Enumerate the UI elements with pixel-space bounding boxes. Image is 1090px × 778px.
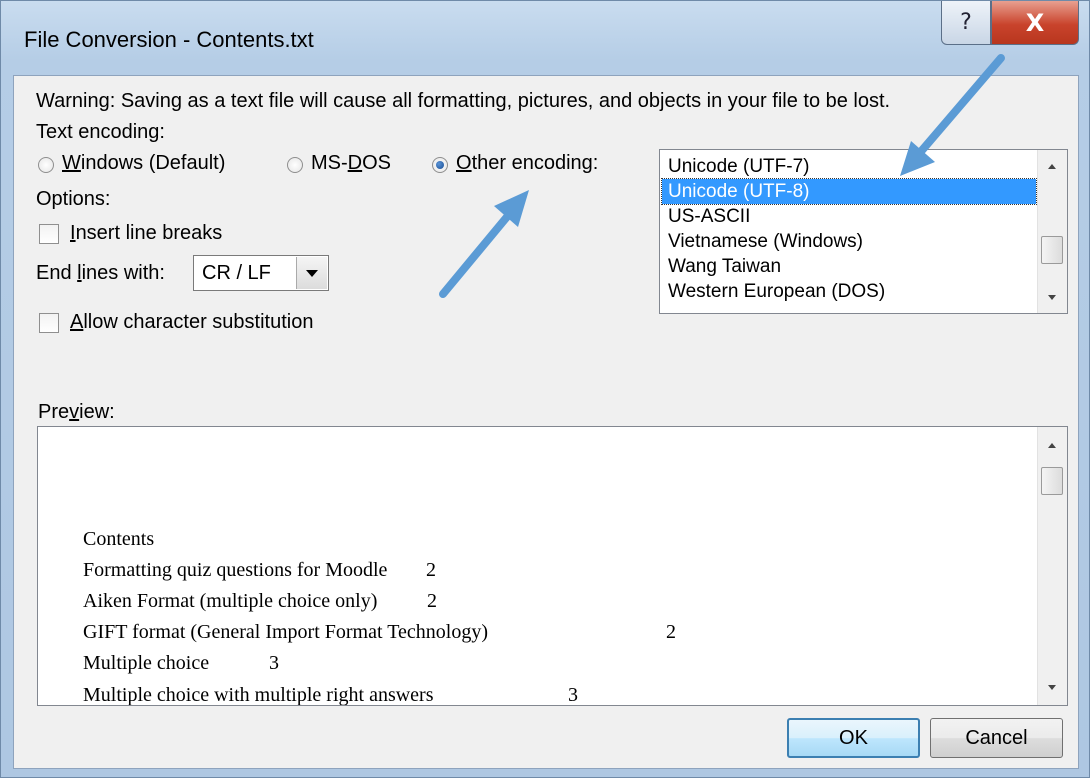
encoding-option-selected[interactable]: Unicode (UTF-8): [661, 178, 1037, 205]
chevron-up-icon: [1048, 163, 1056, 169]
encoding-option[interactable]: Unicode (UTF-7): [662, 154, 1036, 179]
text-encoding-label: Text encoding:: [36, 121, 165, 143]
scroll-thumb[interactable]: [1041, 236, 1063, 264]
warning-text: Warning: Saving as a text file will caus…: [36, 90, 891, 112]
cancel-button[interactable]: Cancel: [930, 718, 1063, 758]
access-key: O: [456, 152, 472, 174]
radio-ms-dos-indicator[interactable]: [287, 157, 303, 173]
label-pre: End: [36, 262, 78, 284]
radio-windows-default-indicator[interactable]: [38, 157, 54, 173]
file-conversion-dialog: File Conversion - Contents.txt ? X Warni…: [0, 0, 1090, 778]
radio-ms-dos-label[interactable]: MS-DOS: [311, 152, 391, 175]
end-lines-dropdown[interactable]: CR / LF: [193, 255, 329, 291]
chevron-down-icon: [1048, 684, 1056, 690]
preview-line: Formatting quiz questions for Moodle: [83, 559, 388, 581]
encoding-option[interactable]: US-ASCII: [662, 204, 1036, 229]
scroll-up-button[interactable]: [1038, 154, 1066, 178]
preview-scrollbar[interactable]: [1037, 427, 1067, 705]
chevron-up-icon: [1048, 442, 1056, 448]
access-key: W: [62, 152, 81, 174]
dialog-body: Warning: Saving as a text file will caus…: [13, 75, 1079, 769]
scroll-thumb[interactable]: [1041, 467, 1063, 495]
close-button[interactable]: X: [991, 1, 1079, 45]
label-rest: indows (Default): [80, 152, 226, 174]
help-icon: ?: [960, 10, 972, 35]
insert-line-breaks-label[interactable]: Insert line breaks: [70, 222, 222, 245]
close-icon: X: [1025, 8, 1045, 37]
encoding-listbox[interactable]: Unicode (UTF-7) Unicode (UTF-8) US-ASCII…: [659, 149, 1068, 314]
ok-button[interactable]: OK: [787, 718, 920, 758]
allow-substitution-checkbox[interactable]: [39, 313, 59, 333]
preview-page-number: 3: [568, 684, 578, 706]
encoding-option[interactable]: Vietnamese (Windows): [662, 229, 1036, 254]
label-rest: OS: [362, 152, 392, 174]
dropdown-button[interactable]: [296, 257, 327, 289]
scroll-down-button[interactable]: [1038, 675, 1066, 699]
label-pre: Pre: [38, 401, 70, 423]
preview-box[interactable]: Contents Formatting quiz questions for M…: [37, 426, 1068, 706]
radio-windows-default-label[interactable]: Windows (Default): [62, 152, 225, 175]
label-rest: iew:: [79, 401, 115, 423]
end-lines-label: End lines with:: [36, 262, 165, 285]
radio-other-encoding-label[interactable]: Other encoding:: [456, 152, 598, 175]
preview-line: Contents: [83, 528, 155, 550]
preview-page-number: 3: [269, 652, 279, 674]
preview-line: Multiple choice: [83, 652, 210, 674]
allow-substitution-label[interactable]: Allow character substitution: [70, 311, 313, 334]
scroll-up-button[interactable]: [1038, 433, 1066, 457]
label-rest: llow character substitution: [83, 311, 314, 333]
insert-line-breaks-checkbox[interactable]: [39, 224, 59, 244]
scroll-down-button[interactable]: [1038, 285, 1066, 309]
end-lines-value: CR / LF: [202, 262, 271, 284]
encoding-option[interactable]: Wang Taiwan: [662, 254, 1036, 279]
radio-other-encoding-indicator[interactable]: [432, 157, 448, 173]
label-rest: ines with:: [81, 262, 165, 284]
encoding-list-scrollbar[interactable]: [1037, 150, 1067, 313]
preview-line: Multiple choice with multiple right answ…: [83, 684, 434, 706]
label-rest: ther encoding:: [471, 152, 599, 174]
preview-label: Preview:: [38, 401, 115, 424]
window-title: File Conversion - Contents.txt: [24, 27, 314, 52]
preview-page-number: 2: [426, 559, 436, 581]
encoding-option[interactable]: Western European (DOS): [662, 279, 1036, 304]
preview-page-number: 2: [427, 590, 437, 612]
options-label: Options:: [36, 188, 111, 210]
title-bar[interactable]: File Conversion - Contents.txt ? X: [1, 1, 1089, 73]
preview-line: Aiken Format (multiple choice only): [83, 590, 378, 612]
chevron-down-icon: [1048, 294, 1056, 300]
access-key: D: [347, 152, 363, 174]
help-button[interactable]: ?: [941, 1, 991, 45]
label-rest: nsert line breaks: [75, 222, 223, 244]
preview-page-number: 2: [666, 621, 676, 643]
access-key: A: [70, 311, 84, 333]
access-key: v: [69, 401, 80, 423]
chevron-down-icon: [306, 269, 318, 277]
label-pre: MS-: [311, 152, 348, 174]
preview-line: GIFT format (General Import Format Techn…: [83, 621, 488, 643]
